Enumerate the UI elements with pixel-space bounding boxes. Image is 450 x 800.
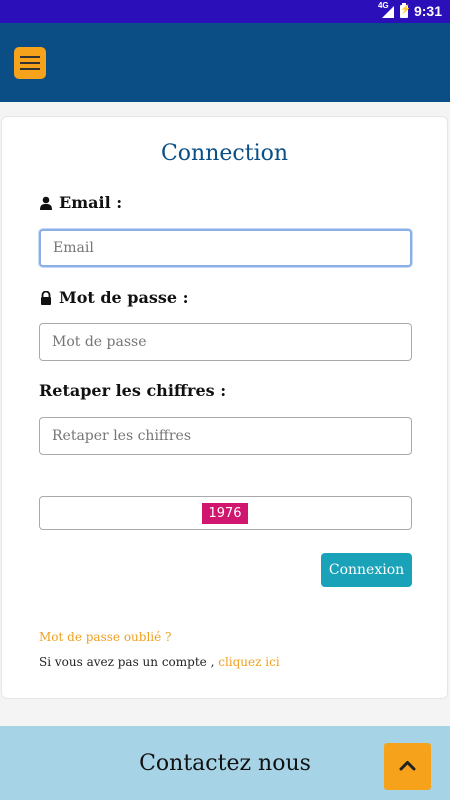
forgot-password-link[interactable]: Mot de passe oublié ? (39, 630, 171, 644)
connexion-button[interactable]: Connexion (321, 553, 412, 587)
password-field[interactable] (39, 323, 412, 361)
status-bar: 4G 9:31 (0, 0, 450, 23)
lock-icon (41, 290, 51, 305)
password-label-row: Mot de passe : (39, 288, 189, 307)
user-icon (40, 196, 52, 210)
captcha-box: 1976 (39, 496, 412, 530)
footer: Contactez nous (0, 726, 450, 800)
signup-text: Si vous avez pas un compte , cliquez ici (39, 655, 280, 669)
captcha-label: Retaper les chiffres : (39, 381, 227, 400)
email-field[interactable] (39, 229, 412, 267)
hamburger-icon[interactable] (14, 47, 46, 79)
battery-icon (399, 2, 411, 18)
chevron-up-icon (399, 761, 416, 771)
signup-link[interactable]: cliquez ici (218, 655, 279, 669)
password-label: Mot de passe : (59, 288, 189, 307)
email-label-row: Email : (39, 193, 122, 212)
page-title: Connection (160, 141, 289, 166)
scroll-top-button[interactable] (384, 743, 431, 790)
footer-title: Contactez nous (139, 751, 311, 776)
captcha-code: 1976 (202, 503, 248, 524)
email-label: Email : (59, 193, 123, 212)
captcha-field[interactable] (39, 417, 412, 455)
app-header (0, 23, 450, 102)
clock: 9:31 (413, 3, 442, 19)
signal-icon: 4G (378, 1, 394, 18)
signup-prompt: Si vous avez pas un compte , (39, 655, 215, 669)
login-card: Connection Email : Mot de passe : Retape… (1, 116, 448, 699)
